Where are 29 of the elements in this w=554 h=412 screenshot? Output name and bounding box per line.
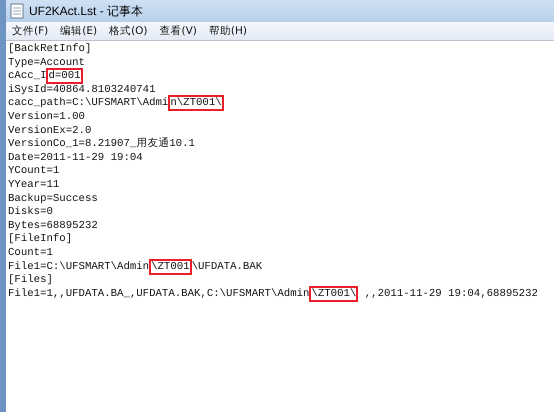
text-line: YYear=11	[8, 178, 60, 191]
menu-item[interactable]: 帮助(H)	[204, 24, 252, 38]
text-line: iSysId=40864.8103240741	[8, 84, 156, 96]
text-line: \UFDATA.BAK	[192, 260, 262, 272]
text-line: Bytes=68895232	[8, 220, 98, 232]
window-title: UF2KAct.Lst - 记事本	[29, 2, 144, 20]
text-line: VersionEx=2.0	[8, 124, 92, 137]
text-line: Count=1	[8, 246, 53, 259]
text-line: YCount=1	[8, 165, 60, 178]
text-line: Version=1.00	[8, 110, 85, 123]
text-line: VersionCo_1=8.21907_用友通10.1	[8, 138, 195, 150]
text-line: cacc_path=C:\UFSMART\Admi	[8, 97, 168, 110]
text-line: cAcc_I	[8, 70, 46, 82]
menu-item[interactable]: 编辑(E)	[56, 24, 102, 38]
text-line: [FileInfo]	[8, 233, 72, 246]
menu-item[interactable]: 文件(F)	[8, 24, 52, 38]
text-line: [Files]	[8, 274, 53, 286]
notepad-icon	[10, 3, 24, 19]
text-area[interactable]	[6, 41, 554, 412]
menu-item[interactable]: 查看(V)	[156, 24, 201, 38]
text-line: File1=C:\UFSMART\Admin	[8, 260, 150, 272]
text-line: Date=2011-11-29 19:04	[8, 152, 143, 164]
text-line: [BackRetInfo]	[8, 43, 92, 55]
menu-item[interactable]: 格式(O)	[105, 24, 152, 38]
text-line: Type=Account	[8, 56, 85, 69]
text-line: Backup=Success	[8, 192, 98, 205]
text-line: Disks=0	[8, 206, 53, 218]
text-line: ,,2011-11-29 19:04,68895232	[364, 288, 538, 300]
text-line: File1=1,,UFDATA.BA_,UFDATA.BAK,C:\UFSMART\Admin	[8, 288, 310, 300]
